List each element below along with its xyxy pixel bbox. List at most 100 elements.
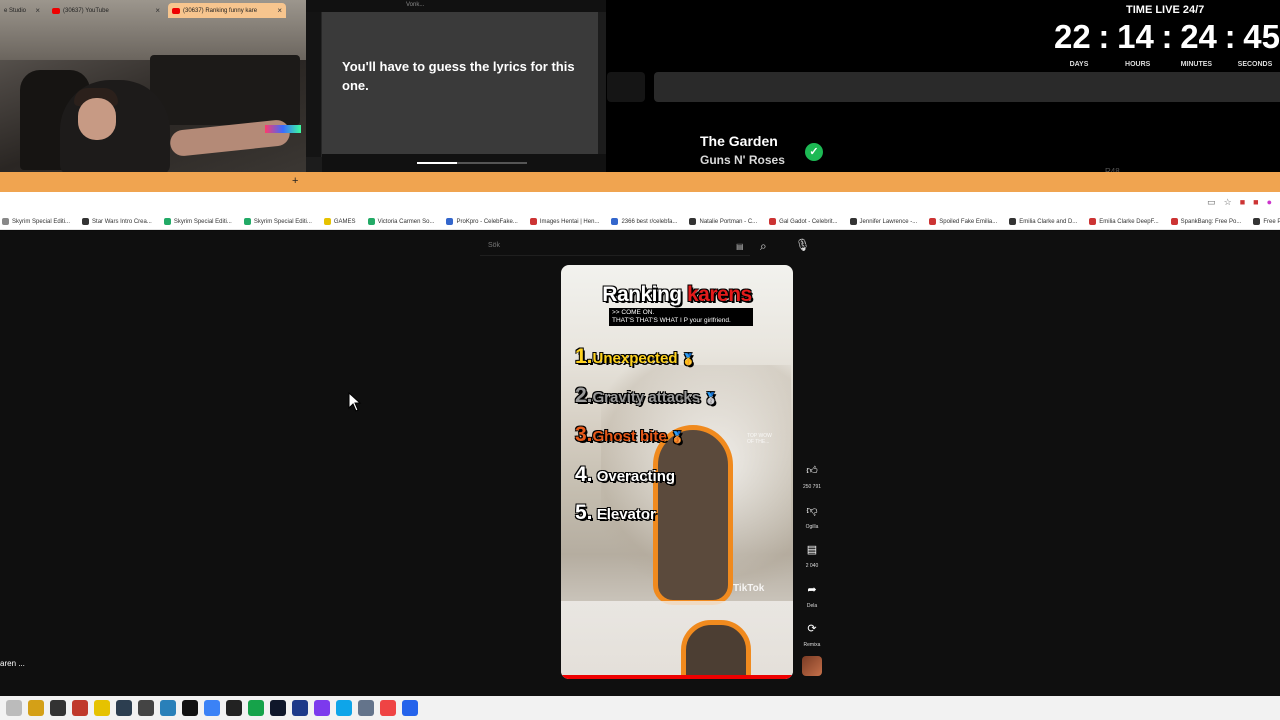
bookmark-item[interactable]: Star Wars Intro Crea... xyxy=(82,214,152,229)
bookmark-item[interactable]: Spoiled Fake Emilia... xyxy=(929,214,997,229)
bookmark-item[interactable]: Skyrim Special Editi... xyxy=(163,214,232,229)
app-icon[interactable] xyxy=(138,700,154,716)
app-icon[interactable] xyxy=(50,700,66,716)
dislike-label: Ogilla xyxy=(805,524,819,530)
folder-icon[interactable] xyxy=(28,700,44,716)
timer-label-seconds: SECONDS xyxy=(1237,61,1273,68)
bookmark-item[interactable]: 2366 best r/celebfa... xyxy=(611,214,677,229)
timer-seconds: 45 xyxy=(1243,18,1280,55)
profile-icon[interactable]: ● xyxy=(1267,197,1272,208)
bookmark-label: Skyrim Special Editi... xyxy=(253,218,312,225)
extension-icon[interactable]: ■ xyxy=(1240,197,1245,208)
timer-title: TIME LIVE 24/7 xyxy=(1126,4,1205,16)
rank-label: Elevator xyxy=(596,506,656,523)
tab-youtube-short[interactable]: (30637) Ranking funny kare × xyxy=(168,3,286,18)
bookmark-icon xyxy=(2,218,9,225)
star-icon[interactable]: ☆ xyxy=(1224,197,1232,208)
start-icon[interactable] xyxy=(6,700,22,716)
player-progress[interactable] xyxy=(417,162,527,164)
bookmark-item[interactable]: Images Hentai | Hen... xyxy=(529,214,599,229)
app-icon[interactable] xyxy=(336,700,352,716)
browser-tab-bar xyxy=(0,172,1280,192)
bookmark-item[interactable]: Emilia Clarke and D... xyxy=(1009,214,1077,229)
app-icon[interactable] xyxy=(270,700,286,716)
close-icon[interactable]: × xyxy=(35,6,40,15)
search-icon[interactable]: ⌕ xyxy=(760,239,767,254)
bookmark-item[interactable]: Skyrim Special Editi... xyxy=(243,214,312,229)
photoshop-icon[interactable] xyxy=(292,700,308,716)
app-icon[interactable] xyxy=(182,700,198,716)
bookmark-label: Skyrim Special Editi... xyxy=(173,218,232,225)
remix-label: Remixa xyxy=(803,642,821,648)
bookmark-label: Emilia Clarke and D... xyxy=(1019,218,1078,225)
bookmark-label: Jennifer Lawrence -... xyxy=(859,218,918,225)
app-icon[interactable] xyxy=(94,700,110,716)
lyrics-player-bar[interactable] xyxy=(322,154,606,172)
cast-icon[interactable]: ▭ xyxy=(1207,197,1216,208)
bookmark-item[interactable]: GAMES xyxy=(323,214,356,229)
address-bar[interactable]: ▭ ☆ ■ ■ ● xyxy=(0,192,1280,214)
tab-youtube-home[interactable]: (30637) YouTube × xyxy=(48,3,164,18)
lyrics-prompt: You'll have to guess the lyrics for this… xyxy=(342,59,575,93)
bookmark-item[interactable]: Emilia Clarke DeepF... xyxy=(1089,214,1159,229)
thumbs-up-icon: 👍︎ xyxy=(806,465,818,477)
youtube-icon xyxy=(52,7,60,14)
rank-item: 1.Unexpected 🥇 xyxy=(575,345,695,369)
bookmark-item[interactable]: Natalie Portman - C... xyxy=(689,214,757,229)
dislike-button[interactable]: 👎︎ Ogilla xyxy=(800,500,824,530)
video-progress-bar[interactable] xyxy=(561,675,793,679)
tab-studio[interactable]: e Studio × xyxy=(0,3,44,18)
app-icon[interactable] xyxy=(72,700,88,716)
app-icon[interactable] xyxy=(248,700,264,716)
comments-button[interactable]: ▤ 2 040 xyxy=(800,539,824,569)
bookmark-item[interactable]: Skyrim Special Editi... xyxy=(2,214,70,229)
microphone-icon[interactable]: 🎙 xyxy=(795,238,810,252)
share-button[interactable]: ➦ Dela xyxy=(800,579,824,609)
bookmark-item[interactable]: Victoria Carmen So... xyxy=(367,214,435,229)
medal-icon: 🥉 xyxy=(670,432,685,444)
bookmark-icon xyxy=(769,218,777,225)
rank-number: 1. xyxy=(575,345,593,368)
app-icon[interactable] xyxy=(226,700,242,716)
bookmark-icon xyxy=(529,218,537,225)
bookmark-icon xyxy=(163,218,171,225)
bookmark-item[interactable]: SpankBang: Free Po... xyxy=(1170,214,1242,229)
bookmark-item[interactable]: Jennifer Lawrence -... xyxy=(849,214,918,229)
opera-icon[interactable] xyxy=(380,700,396,716)
short-video-player[interactable]: Ranking karens >> COME ON. THAT'S THAT'S… xyxy=(561,265,793,679)
youtube-icon xyxy=(172,7,180,14)
bookmark-label: Natalie Portman - C... xyxy=(699,218,758,225)
bookmarks-bar: Skyrim Special Editi... Star Wars Intro C… xyxy=(0,214,1280,230)
remix-button[interactable]: ⟳ Remixa xyxy=(800,618,824,648)
extension-icon[interactable]: ■ xyxy=(1253,197,1258,208)
check-icon: ✓ xyxy=(805,143,823,161)
search-input[interactable]: Sök ▤ xyxy=(480,238,750,256)
tab-label: (30637) Ranking funny kare xyxy=(183,7,258,14)
video-title-red: karens xyxy=(686,283,752,306)
bookmark-item[interactable]: Free Porn Videos C... xyxy=(1253,214,1280,229)
rank-item: 5. Elevator xyxy=(575,501,656,525)
share-icon: ➦ xyxy=(807,584,817,596)
close-icon[interactable]: × xyxy=(277,6,282,15)
like-button[interactable]: 👍︎ 250 791 xyxy=(800,460,824,490)
bookmark-label: SpankBang: Free Po... xyxy=(1180,218,1242,225)
close-icon[interactable]: × xyxy=(155,6,160,15)
browser-icon[interactable] xyxy=(204,700,220,716)
rank-number: 2. xyxy=(575,384,593,407)
app-icon[interactable] xyxy=(160,700,176,716)
bookmark-label: 2366 best r/celebfa... xyxy=(621,218,678,225)
bookmark-item[interactable]: Gal Gadot - Celebrit... xyxy=(769,214,838,229)
rank-number: 3. xyxy=(575,423,593,446)
bookmark-icon xyxy=(689,218,697,225)
new-tab-icon[interactable]: + xyxy=(292,175,298,187)
tab-label: (30637) YouTube xyxy=(63,7,109,14)
keyboard-icon[interactable]: ▤ xyxy=(736,242,744,251)
channel-avatar[interactable] xyxy=(802,656,822,676)
lyrics-game-window: Vonk... You'll have to guess the lyrics … xyxy=(306,0,606,172)
app-icon[interactable] xyxy=(314,700,330,716)
bookmark-item[interactable]: ProKpro - CelebFake... xyxy=(446,214,518,229)
bookmark-label: Victoria Carmen So... xyxy=(377,218,435,225)
app-icon[interactable] xyxy=(116,700,132,716)
app-icon[interactable] xyxy=(402,700,418,716)
app-icon[interactable] xyxy=(358,700,374,716)
